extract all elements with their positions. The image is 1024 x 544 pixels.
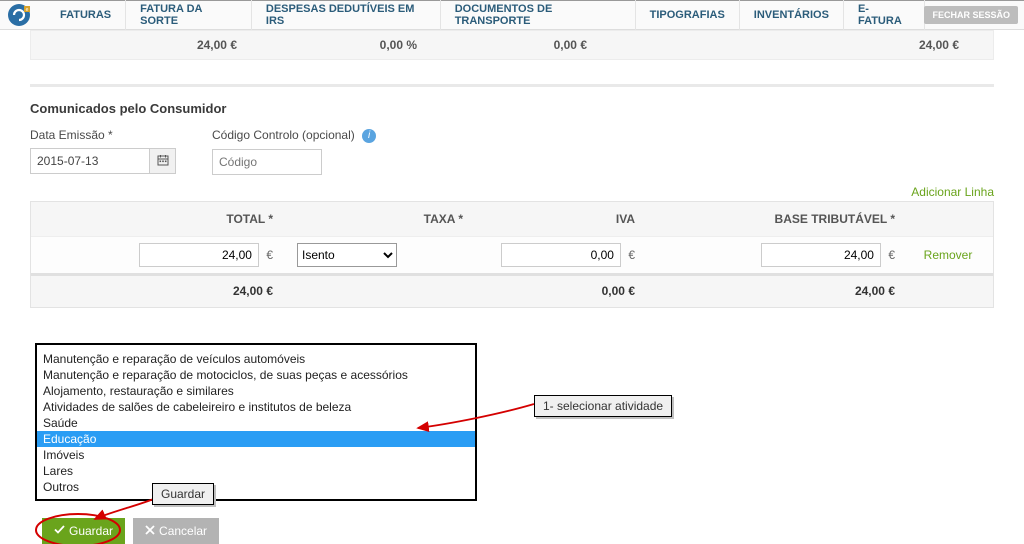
currency-suffix: € <box>266 248 273 262</box>
nav-faturas[interactable]: FATURAS <box>46 0 126 30</box>
summary-base: 24,00 € <box>843 38 993 52</box>
grid-header: TOTAL * TAXA * IVA BASE TRIBUTÁVEL * <box>31 202 993 236</box>
remove-line-link[interactable]: Remover <box>924 248 973 262</box>
form-row: Data Emissão * <box>30 128 994 175</box>
base-input[interactable] <box>761 243 881 267</box>
add-line-link[interactable]: Adicionar Linha <box>911 185 994 199</box>
date-input[interactable] <box>30 148 150 174</box>
save-button-label: Guardar <box>69 524 113 538</box>
nav-e-fatura[interactable]: E-FATURA <box>844 0 925 30</box>
activity-option[interactable]: Imóveis <box>37 447 475 463</box>
nav-tipografias[interactable]: TIPOGRAFIAS <box>636 0 740 30</box>
col-base: BASE TRIBUTÁVEL * <box>643 212 903 226</box>
control-code-group: Código Controlo (opcional) i <box>212 128 376 175</box>
activity-option[interactable]: Atividades de salões de cabeleireiro e i… <box>37 399 475 415</box>
summary-total: 24,00 € <box>31 38 271 52</box>
add-line-row: Adicionar Linha <box>30 185 994 199</box>
sum-iva: 0,00 € <box>471 284 643 298</box>
nav-inventarios[interactable]: INVENTÁRIOS <box>740 0 844 30</box>
main-nav: FATURAS FATURA DA SORTE DESPESAS DEDUTÍV… <box>46 0 924 30</box>
summary-iva: 0,00 € <box>451 38 621 52</box>
logo-icon: e <box>6 3 32 27</box>
activity-option[interactable]: Outros <box>37 479 475 495</box>
iva-input[interactable] <box>501 243 621 267</box>
nav-despesas-irs[interactable]: DESPESAS DEDUTÍVEIS EM IRS <box>252 0 441 30</box>
activity-option[interactable]: Lares <box>37 463 475 479</box>
svg-text:e: e <box>26 7 29 13</box>
activity-option[interactable]: Manutenção e reparação de motociclos, de… <box>37 367 475 383</box>
divider <box>30 84 994 87</box>
grid-sum-row: 24,00 € 0,00 € 24,00 € <box>31 273 993 307</box>
callout-select-activity: 1- selecionar atividade <box>534 395 672 417</box>
check-icon <box>54 524 65 538</box>
action-buttons: Guardar Cancelar <box>42 518 219 544</box>
calendar-icon <box>157 154 169 169</box>
cancel-button-label: Cancelar <box>159 524 207 538</box>
summary-rate: 0,00 % <box>271 38 451 52</box>
control-code-label: Código Controlo (opcional) i <box>212 128 376 143</box>
col-taxa: TAXA * <box>281 212 471 226</box>
activity-option[interactable]: Manutenção e reparação de veículos autom… <box>37 351 475 367</box>
lines-grid: TOTAL * TAXA * IVA BASE TRIBUTÁVEL * € I… <box>30 201 994 308</box>
calendar-button[interactable] <box>150 148 176 174</box>
sum-base: 24,00 € <box>643 284 903 298</box>
summary-row-top: 24,00 € 0,00 % 0,00 € 24,00 € <box>30 30 994 60</box>
callout-save: Guardar <box>152 483 214 505</box>
nav-documentos-transporte[interactable]: DOCUMENTOS DE TRANSPORTE <box>441 0 636 30</box>
section-title: Comunicados pelo Consumidor <box>30 101 994 116</box>
total-input[interactable] <box>139 243 259 267</box>
control-code-input[interactable] <box>212 149 322 175</box>
sum-total: 24,00 € <box>31 284 281 298</box>
activity-option[interactable]: Educação <box>37 431 475 447</box>
cancel-button[interactable]: Cancelar <box>133 518 219 544</box>
col-total: TOTAL * <box>31 212 281 226</box>
activity-listbox[interactable]: Manutenção e reparação de veículos autom… <box>35 343 477 501</box>
date-group: Data Emissão * <box>30 128 176 174</box>
close-icon <box>145 524 155 538</box>
grid-data-row: € Isento € € Remover <box>31 236 993 273</box>
taxa-select[interactable]: Isento <box>297 243 397 267</box>
info-icon[interactable]: i <box>362 129 376 143</box>
activity-option[interactable]: Saúde <box>37 415 475 431</box>
logout-button[interactable]: FECHAR SESSÃO <box>924 6 1018 24</box>
currency-suffix: € <box>888 248 895 262</box>
col-iva: IVA <box>471 212 643 226</box>
nav-fatura-da-sorte[interactable]: FATURA DA SORTE <box>126 0 252 30</box>
currency-suffix: € <box>628 248 635 262</box>
save-button[interactable]: Guardar <box>42 518 125 544</box>
date-label: Data Emissão * <box>30 128 176 142</box>
top-navbar: e FATURAS FATURA DA SORTE DESPESAS DEDUT… <box>0 0 1024 30</box>
activity-option[interactable]: Alojamento, restauração e similares <box>37 383 475 399</box>
